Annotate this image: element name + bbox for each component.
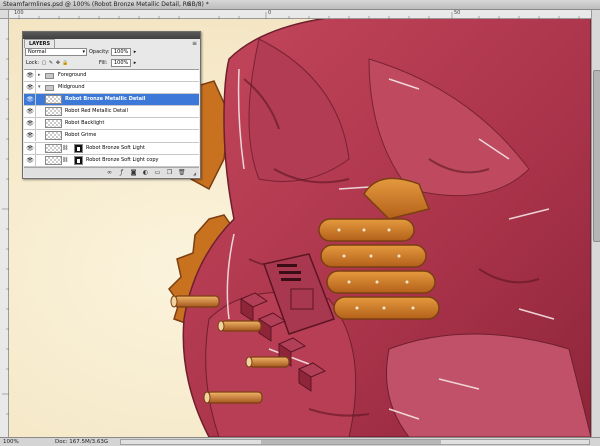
- document-tab[interactable]: Steamfarmlines.psd @ 100% (Robot Bronze …: [0, 0, 600, 10]
- new-layer-icon[interactable]: ❐: [166, 169, 173, 176]
- opacity-field[interactable]: 100%: [111, 48, 131, 56]
- lock-transparency-icon[interactable]: ▢: [41, 60, 47, 66]
- visibility-eye-icon[interactable]: 👁: [25, 70, 36, 81]
- visibility-eye-icon[interactable]: 👁: [25, 154, 36, 166]
- visibility-eye-icon[interactable]: 👁: [25, 94, 36, 106]
- visibility-eye-icon[interactable]: 👁: [25, 106, 36, 118]
- layer-name: Midground: [58, 84, 85, 91]
- blend-opacity-row: Normal ▾ Opacity: 100% ▸: [25, 48, 199, 57]
- panel-menu-icon[interactable]: ≡: [192, 40, 197, 47]
- visibility-eye-icon[interactable]: 👁: [25, 82, 36, 94]
- visibility-eye-icon[interactable]: 👁: [25, 142, 36, 154]
- layer-row-midground[interactable]: 👁 ▾ Midground: [24, 82, 199, 95]
- layer-thumbnail: [45, 107, 62, 117]
- layer-thumbnail: [45, 95, 62, 105]
- fill-slider-icon[interactable]: ▸: [132, 59, 138, 67]
- adjustment-icon[interactable]: ◐: [142, 169, 149, 176]
- top-ruler[interactable]: 0 50 100: [9, 10, 591, 19]
- opacity-slider-icon[interactable]: ▸: [132, 48, 138, 56]
- layer-name: Robot Bronze Soft Light copy: [86, 156, 159, 163]
- horizontal-scrollbar-thumb[interactable]: [261, 440, 441, 444]
- layer-name: Robot Red Metallic Detail: [65, 108, 128, 115]
- left-ruler-ticks: [2, 38, 9, 415]
- layer-mask-icon[interactable]: [74, 155, 83, 165]
- resize-grip-icon[interactable]: ◢: [193, 171, 198, 176]
- layer-mask-icon[interactable]: [74, 143, 83, 153]
- document-tab-title: Steamfarmlines.psd @ 100% (Robot Bronze …: [3, 1, 209, 8]
- ruler-number: 0: [268, 10, 272, 16]
- fill-label: Fill:: [99, 60, 108, 66]
- layer-thumbnail: [45, 131, 62, 141]
- layer-thumbnail: [45, 119, 62, 129]
- mask-icon[interactable]: ◙: [130, 169, 137, 176]
- visibility-eye-icon[interactable]: 👁: [25, 130, 36, 142]
- layer-row-robot-bronze-metallic-detail[interactable]: 👁 Robot Bronze Metallic Detail: [24, 94, 199, 107]
- link-chain-icon[interactable]: ⛓: [62, 155, 68, 166]
- blend-mode-value: Normal: [28, 49, 47, 55]
- close-tab-icon[interactable]: ×: [186, 0, 192, 8]
- layer-row-robot-bronze-soft-light-copy[interactable]: 👁 ⛓ Robot Bronze Soft Light copy: [24, 154, 199, 167]
- folder-icon: [45, 73, 54, 79]
- top-ruler-ticks: [18, 12, 580, 19]
- layer-name: Foreground: [58, 72, 87, 78]
- layer-row-robot-backlight[interactable]: 👁 Robot Backlight: [24, 118, 199, 131]
- layer-name: Robot Backlight: [65, 120, 105, 127]
- link-icon[interactable]: ∞: [106, 169, 113, 176]
- layer-thumbnail: [45, 155, 62, 165]
- layer-name: Robot Grime: [65, 132, 97, 139]
- folder-open-icon: [45, 85, 54, 92]
- chevron-down-icon: ▾: [82, 49, 85, 55]
- ruler-number: 100: [14, 10, 24, 16]
- fx-icon[interactable]: ƒ: [118, 169, 125, 176]
- lock-paint-icon[interactable]: ✎: [48, 60, 54, 66]
- layers-list[interactable]: 👁 ▸ Foreground 👁 ▾ Midground 👁 Robot Bro…: [24, 69, 199, 167]
- layer-row-robot-grime[interactable]: 👁 Robot Grime: [24, 130, 199, 143]
- ruler-corner[interactable]: [0, 10, 9, 19]
- vertical-scrollbar[interactable]: [591, 10, 600, 437]
- layers-panel[interactable]: LAYERS ≡ Normal ▾ Opacity: 100% ▸ Lock: …: [22, 31, 201, 179]
- horizontal-scrollbar[interactable]: [120, 439, 590, 445]
- ruler-number: 50: [454, 10, 461, 16]
- layers-footer-toolbar: ∞ ƒ ◙ ◐ ▭ ❐ 🗑 ◢: [24, 167, 199, 177]
- left-ruler[interactable]: [0, 19, 9, 437]
- document-size[interactable]: Doc: 167.5M/3.63G: [55, 439, 108, 445]
- layer-name: Robot Bronze Metallic Detail: [65, 96, 146, 103]
- blend-mode-select[interactable]: Normal ▾: [25, 48, 87, 56]
- layer-row-foreground[interactable]: 👁 ▸ Foreground: [24, 70, 199, 83]
- layer-row-robot-red-metallic-detail[interactable]: 👁 Robot Red Metallic Detail: [24, 106, 199, 119]
- vertical-scrollbar-thumb[interactable]: [593, 70, 600, 242]
- status-bar: 100% Doc: 167.5M/3.63G: [0, 437, 600, 446]
- lock-move-icon[interactable]: ✥: [55, 60, 61, 66]
- layers-tab[interactable]: LAYERS: [24, 39, 56, 48]
- visibility-eye-icon[interactable]: 👁: [25, 118, 36, 130]
- trash-icon[interactable]: 🗑: [178, 169, 186, 176]
- chevron-right-icon[interactable]: ▸: [38, 70, 41, 81]
- opacity-label: Opacity:: [89, 49, 110, 55]
- link-chain-icon[interactable]: ⛓: [62, 143, 68, 154]
- layer-thumbnail: [45, 143, 62, 153]
- group-icon[interactable]: ▭: [154, 169, 161, 176]
- layer-name: Robot Bronze Soft Light: [86, 144, 145, 151]
- layer-row-robot-bronze-soft-light[interactable]: 👁 ⛓ Robot Bronze Soft Light: [24, 142, 199, 155]
- zoom-level[interactable]: 100%: [3, 439, 19, 445]
- lock-all-icon[interactable]: 🔒: [62, 60, 68, 66]
- lock-label: Lock:: [26, 60, 40, 66]
- chevron-down-icon[interactable]: ▾: [38, 82, 41, 93]
- panel-titlebar[interactable]: [23, 32, 200, 39]
- lock-fill-row: Lock: ▢ ✎ ✥ 🔒 Fill: 100% ▸: [25, 59, 199, 68]
- fill-field[interactable]: 100%: [111, 59, 131, 67]
